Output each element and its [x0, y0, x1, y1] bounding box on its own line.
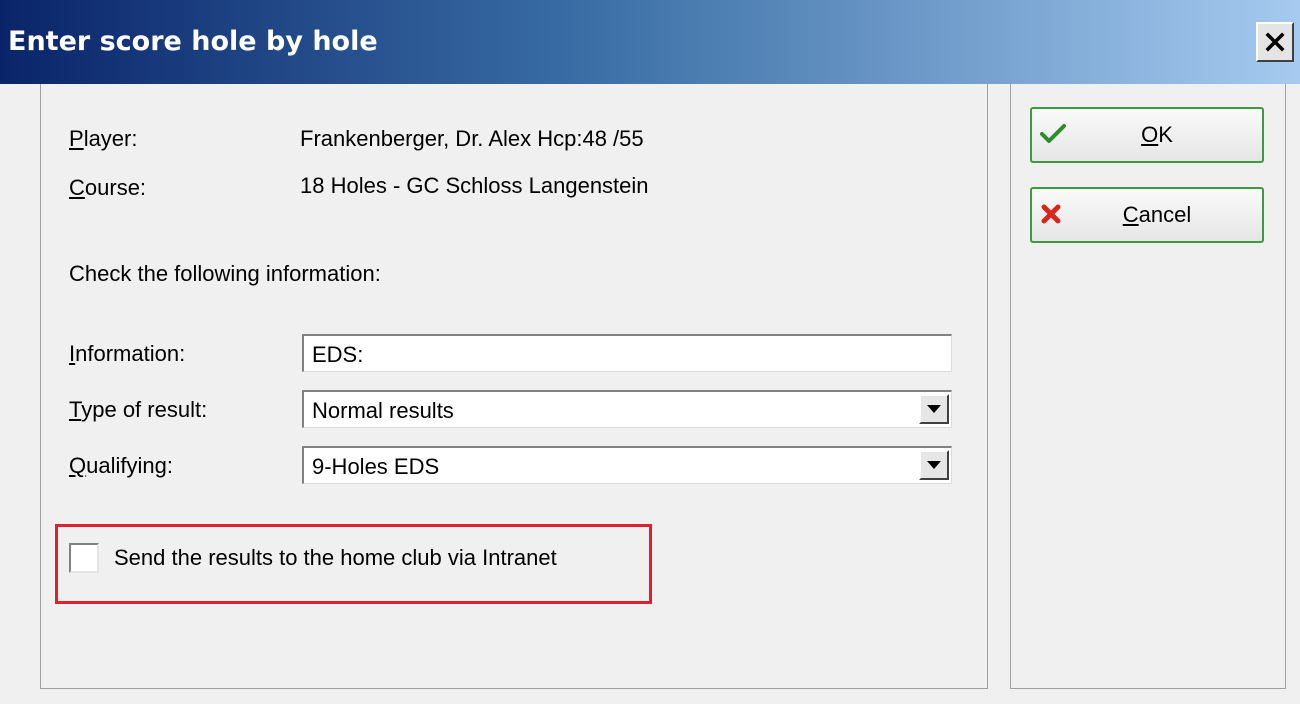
- player-value: Frankenberger, Dr. Alex Hcp:48 /55: [300, 126, 644, 151]
- ok-label: OK: [1141, 122, 1173, 147]
- ok-button[interactable]: OK: [1030, 107, 1264, 163]
- type-of-result-dropdown-button[interactable]: [919, 394, 949, 424]
- qualifying-select[interactable]: 9-Holes EDS: [302, 446, 952, 484]
- qualifying-dropdown-button[interactable]: [919, 450, 949, 480]
- qualifying-label: Qualifying:: [69, 453, 173, 478]
- cancel-button[interactable]: Cancel: [1030, 187, 1264, 243]
- send-results-label[interactable]: Send the results to the home club via In…: [114, 544, 557, 572]
- close-button[interactable]: [1256, 22, 1294, 62]
- course-value: 18 Holes - GC Schloss Langenstein: [300, 173, 649, 198]
- information-label: Information:: [69, 341, 186, 366]
- check-info-text: Check the following information:: [69, 261, 381, 286]
- title-bar: Enter score hole by hole: [0, 0, 1300, 84]
- chevron-down-icon: [927, 461, 941, 469]
- type-of-result-value: Normal results: [312, 398, 454, 423]
- window-title: Enter score hole by hole: [8, 26, 378, 57]
- information-input[interactable]: EDS:: [302, 334, 952, 372]
- chevron-down-icon: [927, 405, 941, 413]
- type-of-result-select[interactable]: Normal results: [302, 390, 952, 428]
- information-value: EDS:: [312, 342, 364, 367]
- type-of-result-label: Type of result:: [69, 397, 208, 422]
- cancel-label: Cancel: [1122, 202, 1192, 227]
- close-icon: [1265, 32, 1285, 52]
- course-label: Course:: [69, 175, 147, 200]
- player-label: Player:: [69, 126, 138, 151]
- button-panel: [1010, 84, 1286, 689]
- send-results-checkbox[interactable]: [69, 543, 99, 573]
- qualifying-value: 9-Holes EDS: [312, 454, 440, 479]
